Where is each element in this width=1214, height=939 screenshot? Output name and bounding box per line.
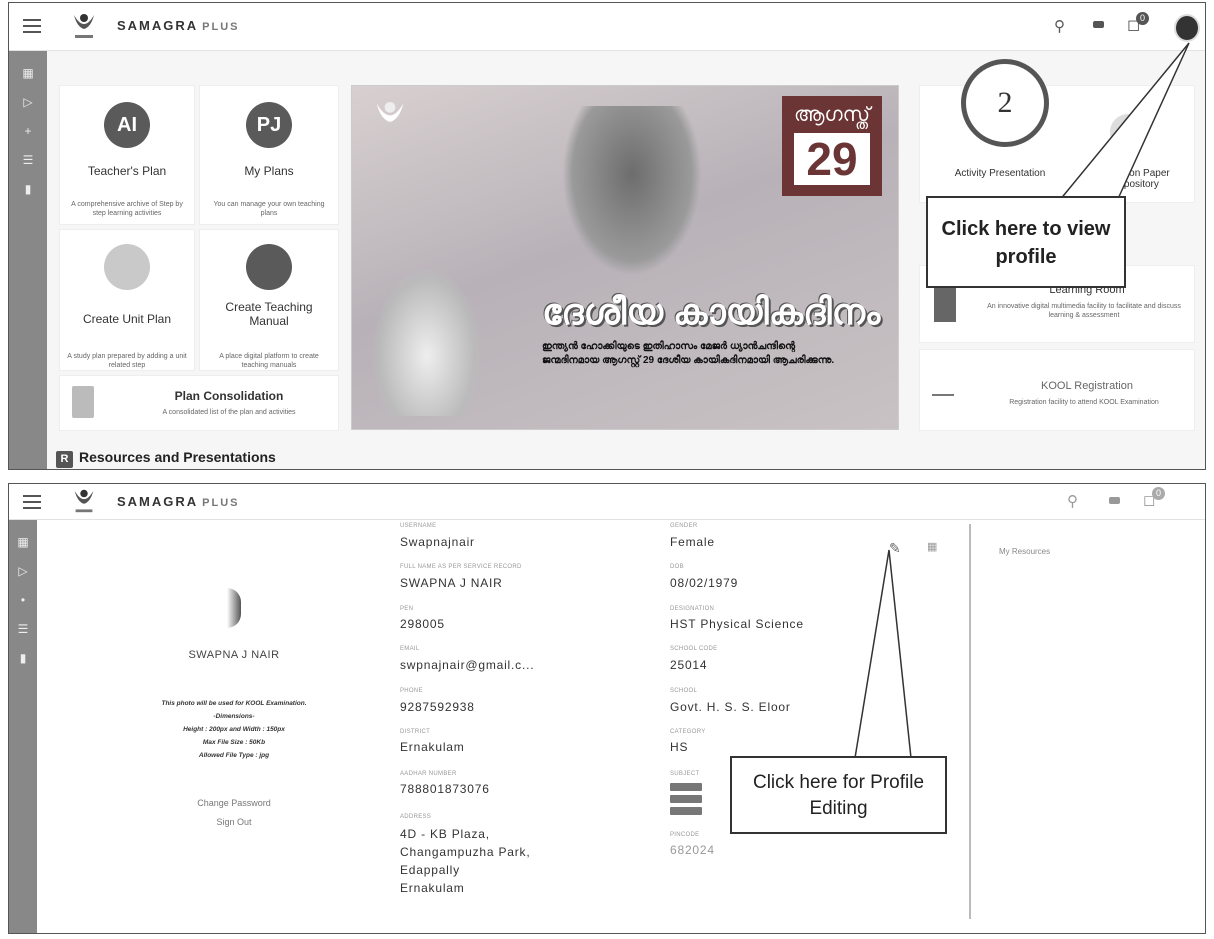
view-profile-callout: Click here to view profile — [926, 196, 1126, 288]
resources-label: Resources and Presentations — [79, 449, 276, 465]
callout-pointer — [854, 549, 912, 759]
dashboard-screenshot: SAMAGRA PLUS ⚲ ◻ 0 ▦ ▷ + ☰ ▮ AI Teacher's… — [8, 2, 1206, 470]
resources-icon: R — [56, 451, 73, 468]
profile-editing-callout: Click here for Profile Editing — [730, 756, 947, 834]
profile-screenshot: SAMAGRA PLUS ⚲ ◻ 0 ▦ ▷ • ☰ ▮ SWAPNA J NAI… — [8, 483, 1206, 934]
resources-heading[interactable]: R Resources and Presentations — [56, 449, 276, 468]
